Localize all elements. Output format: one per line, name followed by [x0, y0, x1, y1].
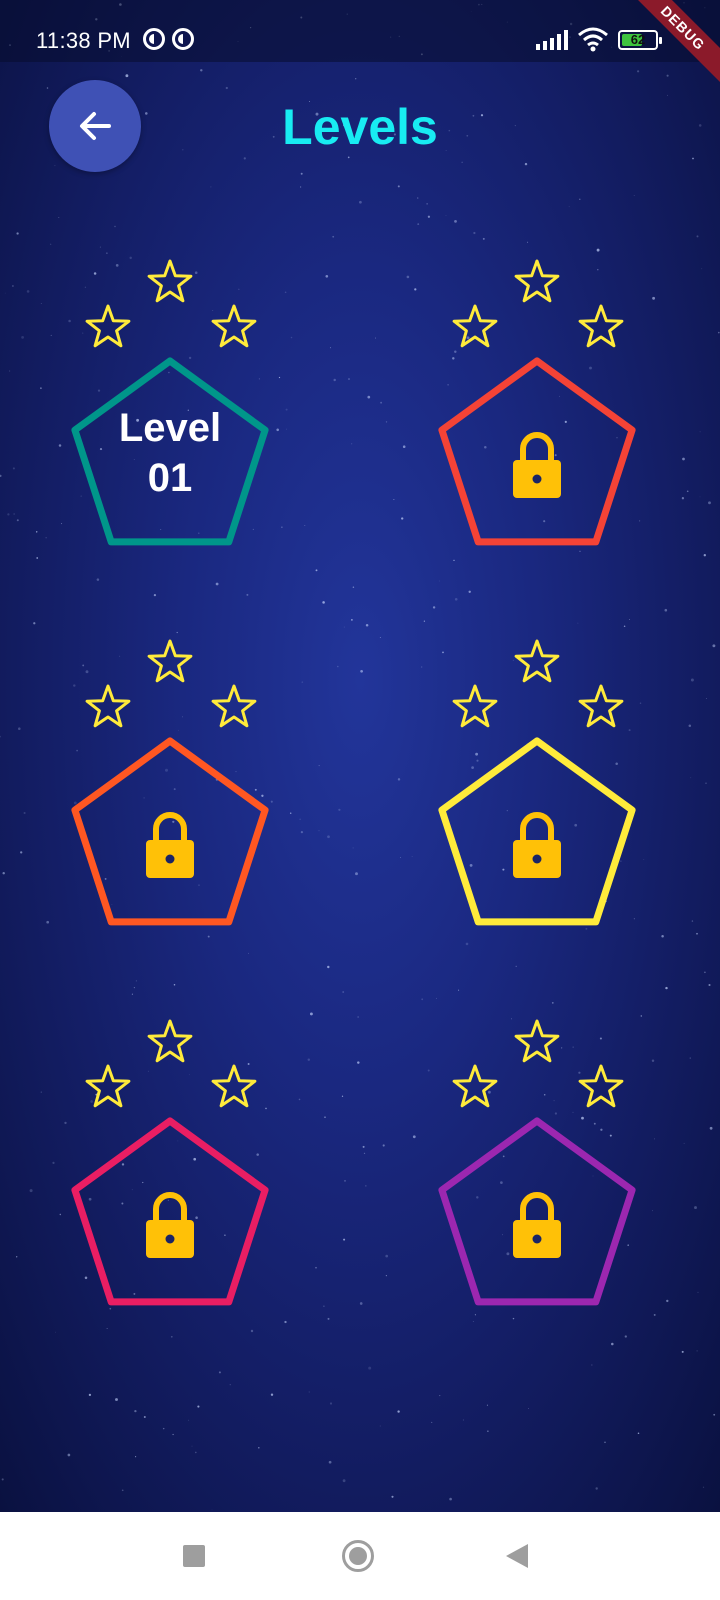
star-icon [578, 304, 624, 348]
pentagon-frame [438, 1117, 636, 1306]
star-icon [452, 1064, 498, 1108]
lock-icon [513, 812, 561, 878]
star-icon [147, 639, 193, 683]
pentagon-frame [438, 737, 636, 926]
status-bar: 11:38 PM 62 [0, 0, 720, 62]
battery-percent: 62 [630, 32, 646, 47]
star-icon [578, 1064, 624, 1108]
notification-icon [172, 28, 194, 50]
star-icon [211, 304, 257, 348]
status-time: 11:38 PM [36, 28, 131, 53]
app-screen: 11:38 PM 62 DEBUG Levels Level 01 [0, 0, 720, 1512]
level-tile-5[interactable] [60, 1015, 280, 1315]
star-icon [211, 1064, 257, 1108]
level-graphic [438, 639, 636, 926]
star-icon [85, 1064, 131, 1108]
lock-icon [146, 1192, 194, 1258]
pentagon-frame [71, 1117, 269, 1306]
pentagon-frame [438, 357, 636, 546]
level-tile-4[interactable] [427, 635, 647, 935]
star-icon [514, 259, 560, 303]
battery-icon: 62 [618, 30, 662, 50]
level-tile-1[interactable]: Level 01 [60, 255, 280, 555]
level-graphic [71, 1019, 269, 1306]
star-icon [211, 684, 257, 728]
level-graphic [438, 1019, 636, 1306]
level-graphic [438, 259, 636, 546]
system-back-button[interactable] [506, 1544, 528, 1568]
level-tile-3[interactable] [60, 635, 280, 935]
level-tile-2[interactable] [427, 255, 647, 555]
home-button[interactable] [342, 1540, 374, 1572]
star-icon [85, 304, 131, 348]
level-graphic [71, 639, 269, 926]
star-icon [452, 684, 498, 728]
signal-icon [536, 30, 568, 50]
level-label: Level 01 [118, 406, 222, 500]
star-icon [147, 1019, 193, 1063]
wifi-icon [578, 27, 608, 52]
pentagon-frame [71, 737, 269, 926]
lock-icon [513, 1192, 561, 1258]
star-icon [578, 684, 624, 728]
level-tile-6[interactable] [427, 1015, 647, 1315]
notification-icon [143, 28, 165, 50]
star-icon [147, 259, 193, 303]
lock-icon [513, 432, 561, 498]
star-icon [85, 684, 131, 728]
lock-icon [146, 812, 194, 878]
star-icon [514, 639, 560, 683]
system-nav-bar [0, 1512, 720, 1600]
star-icon [452, 304, 498, 348]
page-title: Levels [282, 99, 438, 155]
star-icon [514, 1019, 560, 1063]
recent-apps-button[interactable] [183, 1545, 205, 1567]
